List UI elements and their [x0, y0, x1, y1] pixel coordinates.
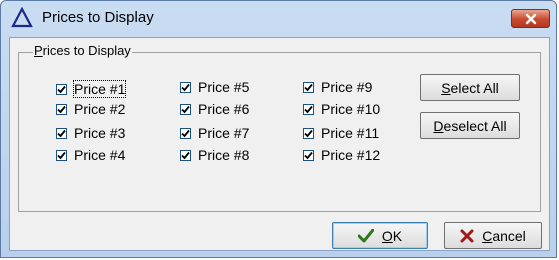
- checkbox-box[interactable]: [180, 103, 191, 115]
- group-label: Prices to Display: [33, 43, 132, 58]
- deselect-all-button[interactable]: Deselect All: [420, 112, 520, 139]
- checkbox-label: Price #9: [321, 79, 373, 95]
- check-icon: [181, 105, 190, 113]
- check-icon: [304, 83, 313, 91]
- checkmark-icon: [357, 228, 374, 243]
- checkbox-box[interactable]: [180, 81, 191, 93]
- checkbox-box[interactable]: [56, 127, 67, 139]
- checkbox-label: Price #6: [198, 101, 250, 117]
- checkbox-label: Price #7: [198, 125, 250, 141]
- checkbox-label: Price #5: [198, 79, 250, 95]
- check-icon: [181, 83, 190, 91]
- cancel-label: Cancel: [482, 227, 526, 244]
- check-icon: [304, 151, 313, 159]
- check-icon: [181, 151, 190, 159]
- checkbox-box[interactable]: [180, 149, 191, 161]
- checkbox-box[interactable]: [180, 127, 191, 139]
- ok-button[interactable]: OK: [332, 222, 428, 249]
- checkbox-price-11[interactable]: Price #11: [303, 124, 379, 142]
- check-icon: [57, 129, 66, 137]
- checkbox-box[interactable]: [303, 127, 314, 139]
- checkbox-label: Price #4: [74, 147, 126, 163]
- checkbox-box[interactable]: [56, 103, 67, 115]
- select-all-label: Select All: [441, 79, 499, 96]
- checkbox-label: Price #1: [72, 80, 127, 98]
- checkbox-box[interactable]: [56, 83, 67, 95]
- checkbox-price-8[interactable]: Price #8: [180, 146, 249, 164]
- check-icon: [57, 151, 66, 159]
- checkbox-label: Price #11: [321, 125, 380, 141]
- ok-label: OK: [381, 227, 403, 244]
- check-icon: [57, 105, 66, 113]
- checkbox-box[interactable]: [56, 149, 67, 161]
- checkbox-box[interactable]: [303, 149, 314, 161]
- checkbox-box[interactable]: [303, 103, 314, 115]
- select-all-button[interactable]: Select All: [420, 74, 520, 101]
- x-icon: [460, 229, 474, 243]
- triangle-icon: [11, 6, 33, 29]
- checkbox-label: Price #10: [321, 101, 381, 117]
- dialog-window: Prices to Display Prices to Display Pric…: [0, 0, 557, 258]
- check-icon: [304, 105, 313, 113]
- checkbox-price-4[interactable]: Price #4: [56, 146, 125, 164]
- checkbox-label: Price #3: [74, 125, 126, 141]
- checkbox-label: Price #8: [198, 147, 250, 163]
- checkbox-price-5[interactable]: Price #5: [180, 78, 249, 96]
- close-icon: [525, 13, 537, 25]
- checkbox-price-2[interactable]: Price #2: [56, 100, 125, 118]
- checkbox-price-3[interactable]: Price #3: [56, 124, 125, 142]
- title-bar[interactable]: Prices to Display: [1, 1, 556, 37]
- checkbox-price-12[interactable]: Price #12: [303, 146, 380, 164]
- check-icon: [181, 129, 190, 137]
- cancel-button[interactable]: Cancel: [444, 222, 542, 249]
- checkbox-price-7[interactable]: Price #7: [180, 124, 249, 142]
- checkbox-price-1[interactable]: Price #1: [56, 80, 127, 98]
- dialog-client-area: Prices to Display Price #1 Price #2 Pric…: [9, 37, 550, 251]
- checkbox-label: Price #2: [74, 101, 126, 117]
- checkbox-box[interactable]: [303, 81, 314, 93]
- close-button[interactable]: [511, 9, 550, 28]
- deselect-all-label: Deselect All: [433, 117, 507, 134]
- window-title: Prices to Display: [42, 9, 154, 26]
- check-icon: [304, 129, 313, 137]
- checkbox-price-10[interactable]: Price #10: [303, 100, 380, 118]
- checkbox-label: Price #12: [321, 147, 381, 163]
- check-icon: [57, 85, 66, 93]
- checkbox-price-9[interactable]: Price #9: [303, 78, 372, 96]
- checkbox-price-6[interactable]: Price #6: [180, 100, 249, 118]
